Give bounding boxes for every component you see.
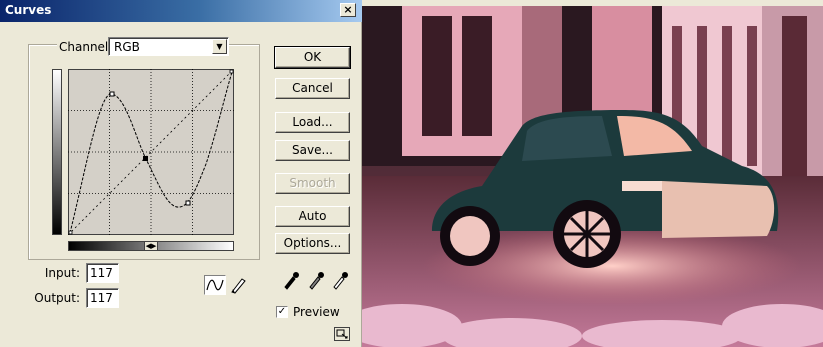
curve-point-top-left xyxy=(109,91,115,97)
save-button[interactable]: Save... xyxy=(275,140,350,161)
curve-tool-button[interactable] xyxy=(204,275,226,295)
preview-image xyxy=(362,6,823,347)
preview-label[interactable]: Preview xyxy=(293,305,340,319)
curve-point-start xyxy=(68,230,73,235)
input-field[interactable]: 117 xyxy=(86,263,119,283)
curve-point-end xyxy=(229,69,234,74)
dropdown-arrow-icon[interactable]: ▼ xyxy=(212,39,227,54)
curve-point-selected xyxy=(143,156,148,161)
curve-point-bottom-right xyxy=(185,200,191,206)
expand-dialog-icon[interactable] xyxy=(334,327,350,341)
curve-tool-icon xyxy=(206,279,224,291)
channel-label: Channel: xyxy=(57,40,115,54)
close-button[interactable]: × xyxy=(340,3,356,17)
pencil-tool-button[interactable] xyxy=(228,275,250,295)
input-label: Input: xyxy=(44,266,80,280)
auto-button[interactable]: Auto xyxy=(275,206,350,227)
curves-dialog: Curves × Channel: RGB ▼ ◀▶ Input: 117 Ou… xyxy=(0,0,362,347)
white-eyedropper-icon[interactable] xyxy=(331,270,349,290)
dialog-titlebar[interactable]: Curves × xyxy=(0,0,362,22)
cancel-button[interactable]: Cancel xyxy=(275,78,350,99)
output-gradient-bar xyxy=(52,69,62,235)
gradient-toggle-icon[interactable]: ◀▶ xyxy=(144,241,158,251)
close-icon: × xyxy=(343,3,353,16)
ok-button[interactable]: OK xyxy=(274,46,351,69)
output-label: Output: xyxy=(34,291,80,305)
dialog-title: Curves xyxy=(5,3,52,17)
options-button[interactable]: Options... xyxy=(275,233,350,254)
channel-value: RGB xyxy=(114,40,140,54)
smooth-button[interactable]: Smooth xyxy=(275,173,350,194)
output-field[interactable]: 117 xyxy=(86,288,119,308)
load-button[interactable]: Load... xyxy=(275,112,350,133)
gray-eyedropper-icon[interactable] xyxy=(307,270,325,290)
pencil-tool-icon xyxy=(231,278,246,294)
preview-checkbox[interactable]: ✓ xyxy=(276,306,288,318)
channel-select[interactable]: RGB ▼ xyxy=(108,37,229,56)
black-eyedropper-icon[interactable] xyxy=(282,270,300,290)
curve-graph[interactable] xyxy=(68,69,234,235)
